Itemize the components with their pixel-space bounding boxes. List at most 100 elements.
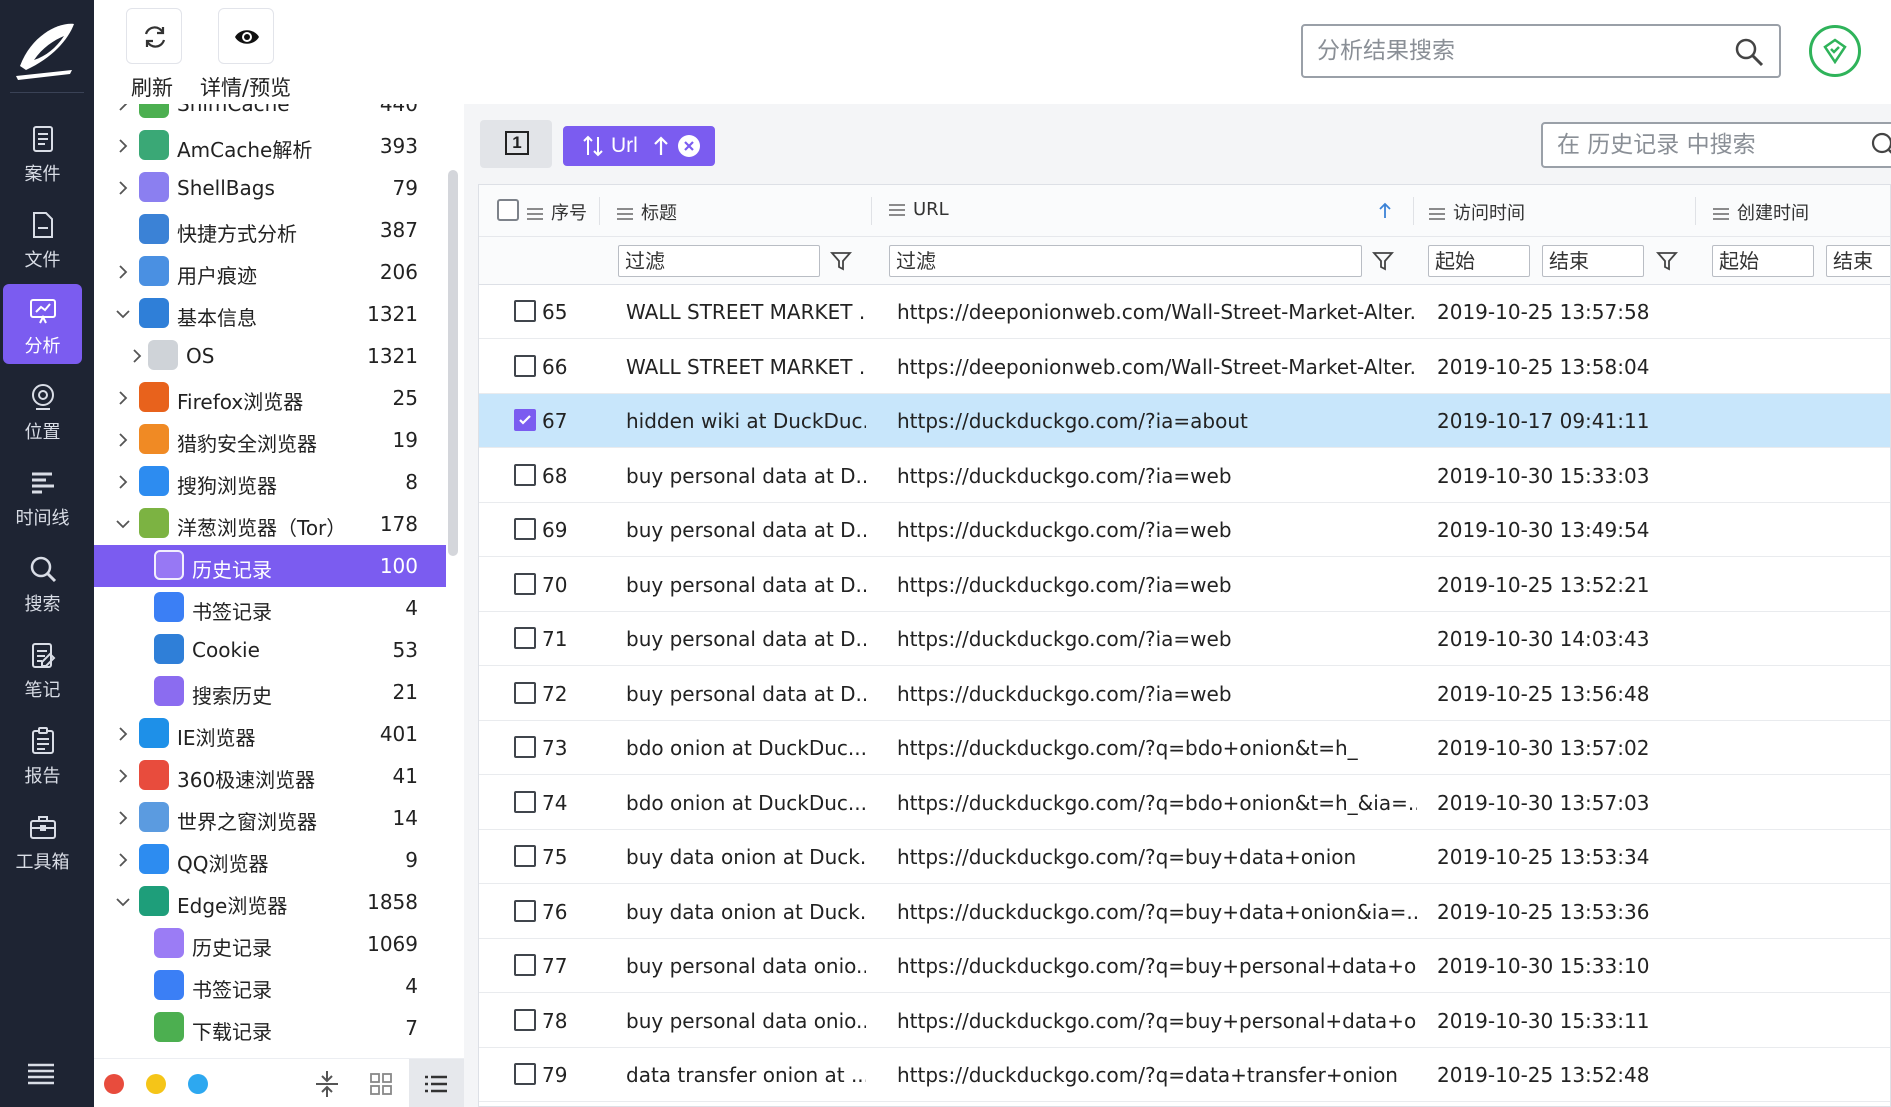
row-checkbox[interactable] [514, 409, 536, 431]
table-row[interactable]: 66 WALL STREET MARKET ... https://deeponio… [479, 340, 1890, 394]
table-row[interactable]: 71 buy personal data at D... https://duckd… [479, 612, 1890, 666]
table-row[interactable]: 69 buy personal data at D... https://duckd… [479, 503, 1890, 557]
tree-item[interactable]: Firefox浏览器 25 [94, 377, 446, 419]
nav-item-search[interactable]: 搜索 [3, 542, 82, 622]
url-filter-input[interactable] [889, 245, 1362, 277]
tree-item[interactable]: 基本信息 1321 [94, 293, 446, 335]
row-checkbox[interactable] [514, 845, 536, 867]
column-separator[interactable] [1695, 197, 1696, 225]
refresh-button[interactable] [126, 8, 182, 64]
table-row[interactable]: 65 WALL STREET MARKET ... https://deeponio… [479, 285, 1890, 339]
tree-item[interactable]: 360极速浏览器 41 [94, 755, 446, 797]
select-all-checkbox[interactable] [497, 199, 519, 221]
row-checkbox[interactable] [514, 954, 536, 976]
tree-item[interactable]: ShellBags 79 [94, 167, 446, 209]
table-row[interactable]: 78 buy personal data onio... https://duckd… [479, 994, 1890, 1048]
tree-item[interactable]: 猎豹安全浏览器 19 [94, 419, 446, 461]
chevron-right-icon[interactable] [114, 104, 132, 113]
chevron-right-icon[interactable] [114, 767, 132, 785]
row-checkbox[interactable] [514, 1063, 536, 1085]
tree-item[interactable]: Edge浏览器 1858 [94, 881, 446, 923]
column-separator[interactable] [599, 197, 600, 225]
row-checkbox[interactable] [514, 463, 536, 486]
table-row[interactable]: 76 buy data onion at Duck... https://duckd… [479, 885, 1890, 939]
chevron-right-icon[interactable] [114, 473, 132, 491]
column-header-title[interactable]: 标题 [617, 199, 677, 225]
list-view-button[interactable] [409, 1059, 464, 1107]
column-separator[interactable] [871, 197, 872, 225]
column-header-no[interactable]: 序号 [527, 199, 587, 225]
chevron-right-icon[interactable] [114, 389, 132, 407]
visit-end-input[interactable] [1542, 245, 1644, 277]
tree-item[interactable]: OS 1321 [94, 335, 446, 377]
column-separator[interactable] [1413, 197, 1414, 225]
tree-item[interactable]: 下载记录 7 [94, 1007, 446, 1049]
tree-item[interactable]: 洋葱浏览器（Tor） 178 [94, 503, 446, 545]
column-header-create-time[interactable]: 创建时间 [1713, 199, 1809, 225]
history-search-input[interactable] [1557, 130, 1867, 160]
nav-item-notes[interactable]: 笔记 [3, 628, 82, 708]
visit-start-input[interactable] [1428, 245, 1530, 277]
chevron-right-icon[interactable] [128, 347, 146, 365]
row-checkbox[interactable] [514, 681, 536, 704]
chevron-right-icon[interactable] [114, 179, 132, 197]
chevron-down-icon[interactable] [114, 305, 132, 323]
create-end-input[interactable] [1826, 245, 1890, 277]
table-row[interactable]: 73 bdo onion at DuckDuc... https://duckduc… [479, 721, 1890, 775]
hamburger-menu-icon[interactable] [26, 1058, 56, 1088]
row-checkbox[interactable] [514, 736, 536, 758]
search-icon[interactable] [1869, 130, 1891, 160]
create-start-input[interactable] [1712, 245, 1814, 277]
search-icon[interactable] [1733, 36, 1765, 68]
chevron-right-icon[interactable] [114, 263, 132, 281]
chevron-right-icon[interactable] [114, 725, 132, 743]
collapse-all-icon[interactable] [312, 1069, 342, 1099]
analysis-search-input[interactable] [1317, 34, 1717, 68]
close-circle-icon[interactable] [677, 134, 701, 158]
table-row[interactable]: 68 buy personal data at D... https://duckd… [479, 449, 1890, 503]
nav-item-toolbox[interactable]: 工具箱 [3, 800, 82, 880]
yellow-dot[interactable] [146, 1074, 166, 1094]
tree-item[interactable]: 书签记录 4 [94, 587, 446, 629]
chevron-down-icon[interactable] [114, 515, 132, 533]
preview-button[interactable] [218, 8, 274, 64]
filter-icon[interactable] [1655, 249, 1679, 273]
table-row[interactable]: 70 buy personal data at D... https://duckd… [479, 558, 1890, 612]
column-header-visit-time[interactable]: 访问时间 [1429, 199, 1525, 225]
nav-item-location[interactable]: 位置 [3, 370, 82, 450]
analysis-search-box[interactable] [1301, 24, 1781, 78]
page-number-button[interactable]: 1 [480, 120, 552, 168]
tree-item[interactable]: 书签记录 4 [94, 965, 446, 1007]
tree-item[interactable]: 世界之窗浏览器 14 [94, 797, 446, 839]
tree-scrollbar[interactable] [448, 170, 458, 556]
nav-item-file[interactable]: 文件 [3, 198, 82, 278]
table-row[interactable]: 74 bdo onion at DuckDuc... https://duckduc… [479, 776, 1890, 830]
tree-item[interactable]: AmCache解析 393 [94, 125, 446, 167]
tree-item[interactable]: 用户痕迹 206 [94, 251, 446, 293]
tree-item[interactable]: 历史记录 1069 [94, 923, 446, 965]
row-checkbox[interactable] [514, 572, 536, 595]
chevron-right-icon[interactable] [114, 431, 132, 449]
tree-item[interactable]: Cookie 53 [94, 629, 446, 671]
sort-asc-icon[interactable] [1377, 201, 1393, 219]
blue-dot[interactable] [188, 1074, 208, 1094]
filter-icon[interactable] [829, 249, 853, 273]
tree-item[interactable]: ShimCache 440 [94, 104, 446, 125]
table-row[interactable]: 72 buy personal data at D... https://duckd… [479, 667, 1890, 721]
red-dot[interactable] [104, 1074, 124, 1094]
grid-view-icon[interactable] [366, 1069, 396, 1099]
table-row[interactable]: 75 buy data onion at Duck... https://duckd… [479, 830, 1890, 884]
nav-item-report[interactable]: 报告 [3, 714, 82, 794]
tree-item[interactable]: QQ浏览器 9 [94, 839, 446, 881]
chevron-right-icon[interactable] [114, 137, 132, 155]
row-checkbox[interactable] [514, 300, 536, 322]
row-checkbox[interactable] [514, 790, 536, 813]
table-row[interactable]: 79 data transfer onion at ... https://duck… [479, 1048, 1890, 1102]
column-header-url[interactable]: URL [889, 199, 949, 220]
nav-item-analysis[interactable]: 分析 [3, 284, 82, 364]
tree-item[interactable]: IE浏览器 401 [94, 713, 446, 755]
nav-item-timeline[interactable]: 时间线 [3, 456, 82, 536]
tree-item[interactable]: 搜狗浏览器 8 [94, 461, 446, 503]
tree-item[interactable]: 快捷方式分析 387 [94, 209, 446, 251]
security-status-button[interactable] [1809, 25, 1861, 77]
